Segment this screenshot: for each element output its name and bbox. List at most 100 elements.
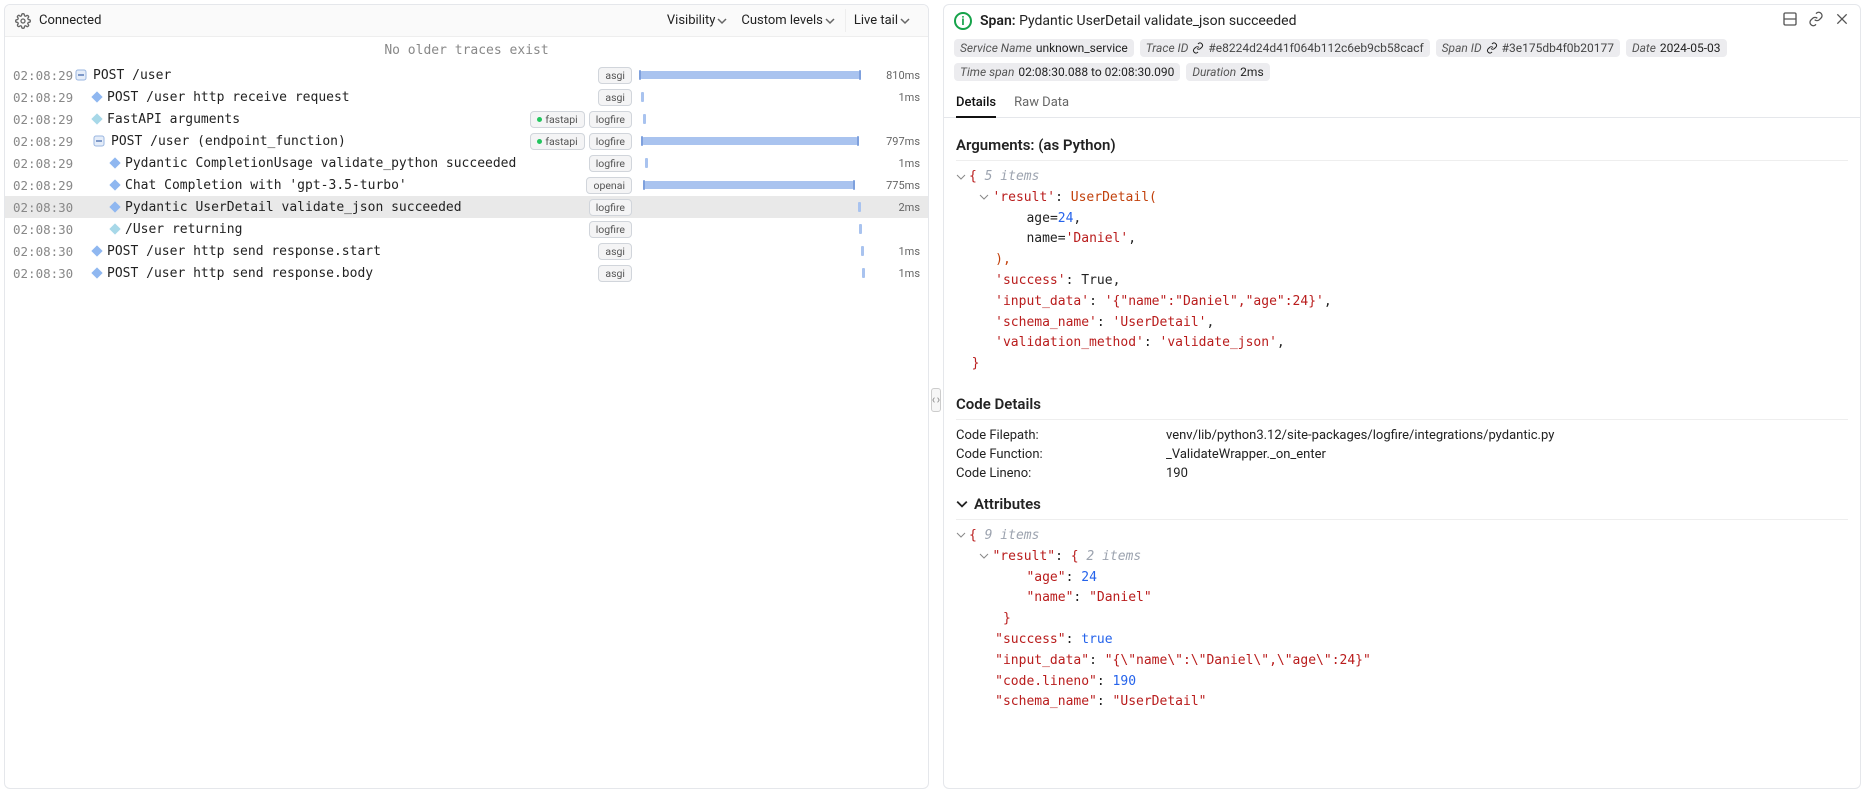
trace-duration: 1ms <box>878 267 920 280</box>
trace-timestamp: 02:08:29 <box>13 68 75 83</box>
bullet-icon <box>109 157 120 168</box>
collapse-panel-icon[interactable] <box>1782 11 1798 31</box>
chevron-down-icon <box>825 16 835 26</box>
tab-raw-data[interactable]: Raw Data <box>1014 89 1069 117</box>
success-icon: i <box>954 12 972 30</box>
visibility-dropdown[interactable]: Visibility <box>667 13 728 28</box>
span-detail-panel: i Span: Pydantic UserDetail validate_jso… <box>943 4 1861 789</box>
code-details-heading: Code Details <box>956 391 1848 420</box>
trace-duration: 1ms <box>878 91 920 104</box>
chip-duration: Duration2ms <box>1186 63 1269 81</box>
duration-bar <box>640 200 872 214</box>
link-icon <box>1486 42 1498 54</box>
no-older-traces: No older traces exist <box>5 37 928 64</box>
trace-timestamp: 02:08:29 <box>13 156 75 171</box>
duration-bar <box>640 156 872 170</box>
trace-timestamp: 02:08:30 <box>13 200 75 215</box>
trace-name: POST /user http receive request <box>107 90 350 105</box>
tag-fastapi: fastapi <box>530 133 584 150</box>
duration-bar <box>640 90 872 104</box>
chevron-down-icon <box>900 16 910 26</box>
collapse-icon[interactable] <box>93 135 105 147</box>
chip-service-name: Service Nameunknown_service <box>954 39 1134 57</box>
tag-asgi: asgi <box>598 243 632 260</box>
trace-timestamp: 02:08:30 <box>13 266 75 281</box>
trace-row[interactable]: 02:08:30/User returninglogfire <box>5 218 928 240</box>
trace-timestamp: 02:08:29 <box>13 90 75 105</box>
trace-row[interactable]: 02:08:29FastAPI argumentsfastapilogfire <box>5 108 928 130</box>
splitter-handle-icon[interactable] <box>931 388 941 412</box>
connected-label: Connected <box>39 13 101 28</box>
trace-row[interactable]: 02:08:29 POST /user http receive request a… <box>5 86 928 108</box>
trace-timestamp: 02:08:29 <box>13 178 75 193</box>
bullet-icon <box>91 91 102 102</box>
trace-duration: 775ms <box>878 179 920 192</box>
arguments-json: { 5 items 'result': UserDetail( age=24, … <box>956 167 1848 375</box>
trace-row[interactable]: 02:08:29 Chat Completion with 'gpt-3.5-tu… <box>5 174 928 196</box>
chevron-down-icon <box>956 498 968 510</box>
attributes-heading[interactable]: Attributes <box>956 483 1848 520</box>
trace-timestamp: 02:08:29 <box>13 134 75 149</box>
tab-details[interactable]: Details <box>956 89 996 118</box>
duration-bar <box>640 222 872 236</box>
tag-logfire: logfire <box>589 111 632 128</box>
trace-toolbar: Connected Visibility Custom levels Live … <box>5 5 928 37</box>
duration-bar <box>640 68 872 82</box>
bullet-icon <box>91 267 102 278</box>
chip-trace-id[interactable]: Trace ID#e8224d24d41f064b112c6eb9cb58cac… <box>1140 39 1430 57</box>
trace-row[interactable]: 02:08:30 Pydantic UserDetail validate_jso… <box>5 196 928 218</box>
tag-asgi: asgi <box>598 89 632 106</box>
trace-row[interactable]: 02:08:30POST /user http send response.st… <box>5 240 928 262</box>
span-tabs: Details Raw Data <box>944 89 1860 118</box>
arguments-heading: Arguments: (as Python) <box>956 132 1848 161</box>
custom-levels-dropdown[interactable]: Custom levels <box>741 13 834 28</box>
code-lineno: Code Lineno:190 <box>956 464 1848 483</box>
chevron-down-icon[interactable] <box>979 551 989 561</box>
tag-asgi: asgi <box>598 265 632 282</box>
duration-bar <box>640 134 872 148</box>
chip-span-id[interactable]: Span ID#3e175db4f0b20177 <box>1436 39 1620 57</box>
span-header: i Span: Pydantic UserDetail validate_jso… <box>944 5 1860 37</box>
trace-name: POST /user http send response.body <box>107 266 373 281</box>
trace-row[interactable]: 02:08:29 POST /user (endpoint_function) fa… <box>5 130 928 152</box>
trace-name: Chat Completion with 'gpt-3.5-turbo' <box>125 178 407 193</box>
trace-name: FastAPI arguments <box>107 112 240 127</box>
trace-row[interactable]: 02:08:30 POST /user http send response.bo… <box>5 262 928 284</box>
trace-list: 02:08:29POST /userasgi810ms02:08:29POST … <box>5 64 928 284</box>
duration-bar <box>640 178 872 192</box>
tag-logfire: logfire <box>589 133 632 150</box>
link-icon[interactable] <box>1808 11 1824 31</box>
span-meta-chips: Service Nameunknown_service Trace ID#e82… <box>944 37 1860 89</box>
trace-duration: 2ms <box>878 201 920 214</box>
code-filepath: Code Filepath:venv/lib/python3.12/site-p… <box>956 426 1848 445</box>
bullet-icon <box>109 179 120 190</box>
trace-timestamp: 02:08:30 <box>13 222 75 237</box>
trace-name: Pydantic CompletionUsage validate_python… <box>125 156 516 171</box>
panel-splitter[interactable] <box>933 0 939 793</box>
trace-duration: 1ms <box>878 157 920 170</box>
trace-name: POST /user (endpoint_function) <box>111 134 346 149</box>
bullet-icon <box>91 245 102 256</box>
gear-icon[interactable] <box>15 13 31 29</box>
tag-asgi: asgi <box>598 67 632 84</box>
trace-row[interactable]: 02:08:29POST /userasgi810ms <box>5 64 928 86</box>
duration-bar <box>640 112 872 126</box>
tag-fastapi: fastapi <box>530 111 584 128</box>
collapse-icon[interactable] <box>75 69 87 81</box>
duration-bar <box>640 266 872 280</box>
trace-name: POST /user http send response.start <box>107 244 381 259</box>
attributes-json: { 9 items "result": { 2 items "age": 24 … <box>956 526 1848 713</box>
live-tail-dropdown[interactable]: Live tail <box>845 9 918 32</box>
bullet-icon <box>109 201 120 212</box>
chip-time-span: Time span02:08:30.088 to 02:08:30.090 <box>954 63 1180 81</box>
trace-panel: Connected Visibility Custom levels Live … <box>4 4 929 789</box>
chevron-down-icon[interactable] <box>979 192 989 202</box>
duration-bar <box>640 244 872 258</box>
close-icon[interactable] <box>1834 11 1850 31</box>
trace-row[interactable]: 02:08:29 Pydantic CompletionUsage validat… <box>5 152 928 174</box>
chevron-down-icon[interactable] <box>956 172 966 182</box>
tag-logfire: logfire <box>589 221 632 238</box>
trace-name: Pydantic UserDetail validate_json succee… <box>125 200 462 215</box>
chevron-down-icon[interactable] <box>956 530 966 540</box>
tag-openai: openai <box>586 177 632 194</box>
